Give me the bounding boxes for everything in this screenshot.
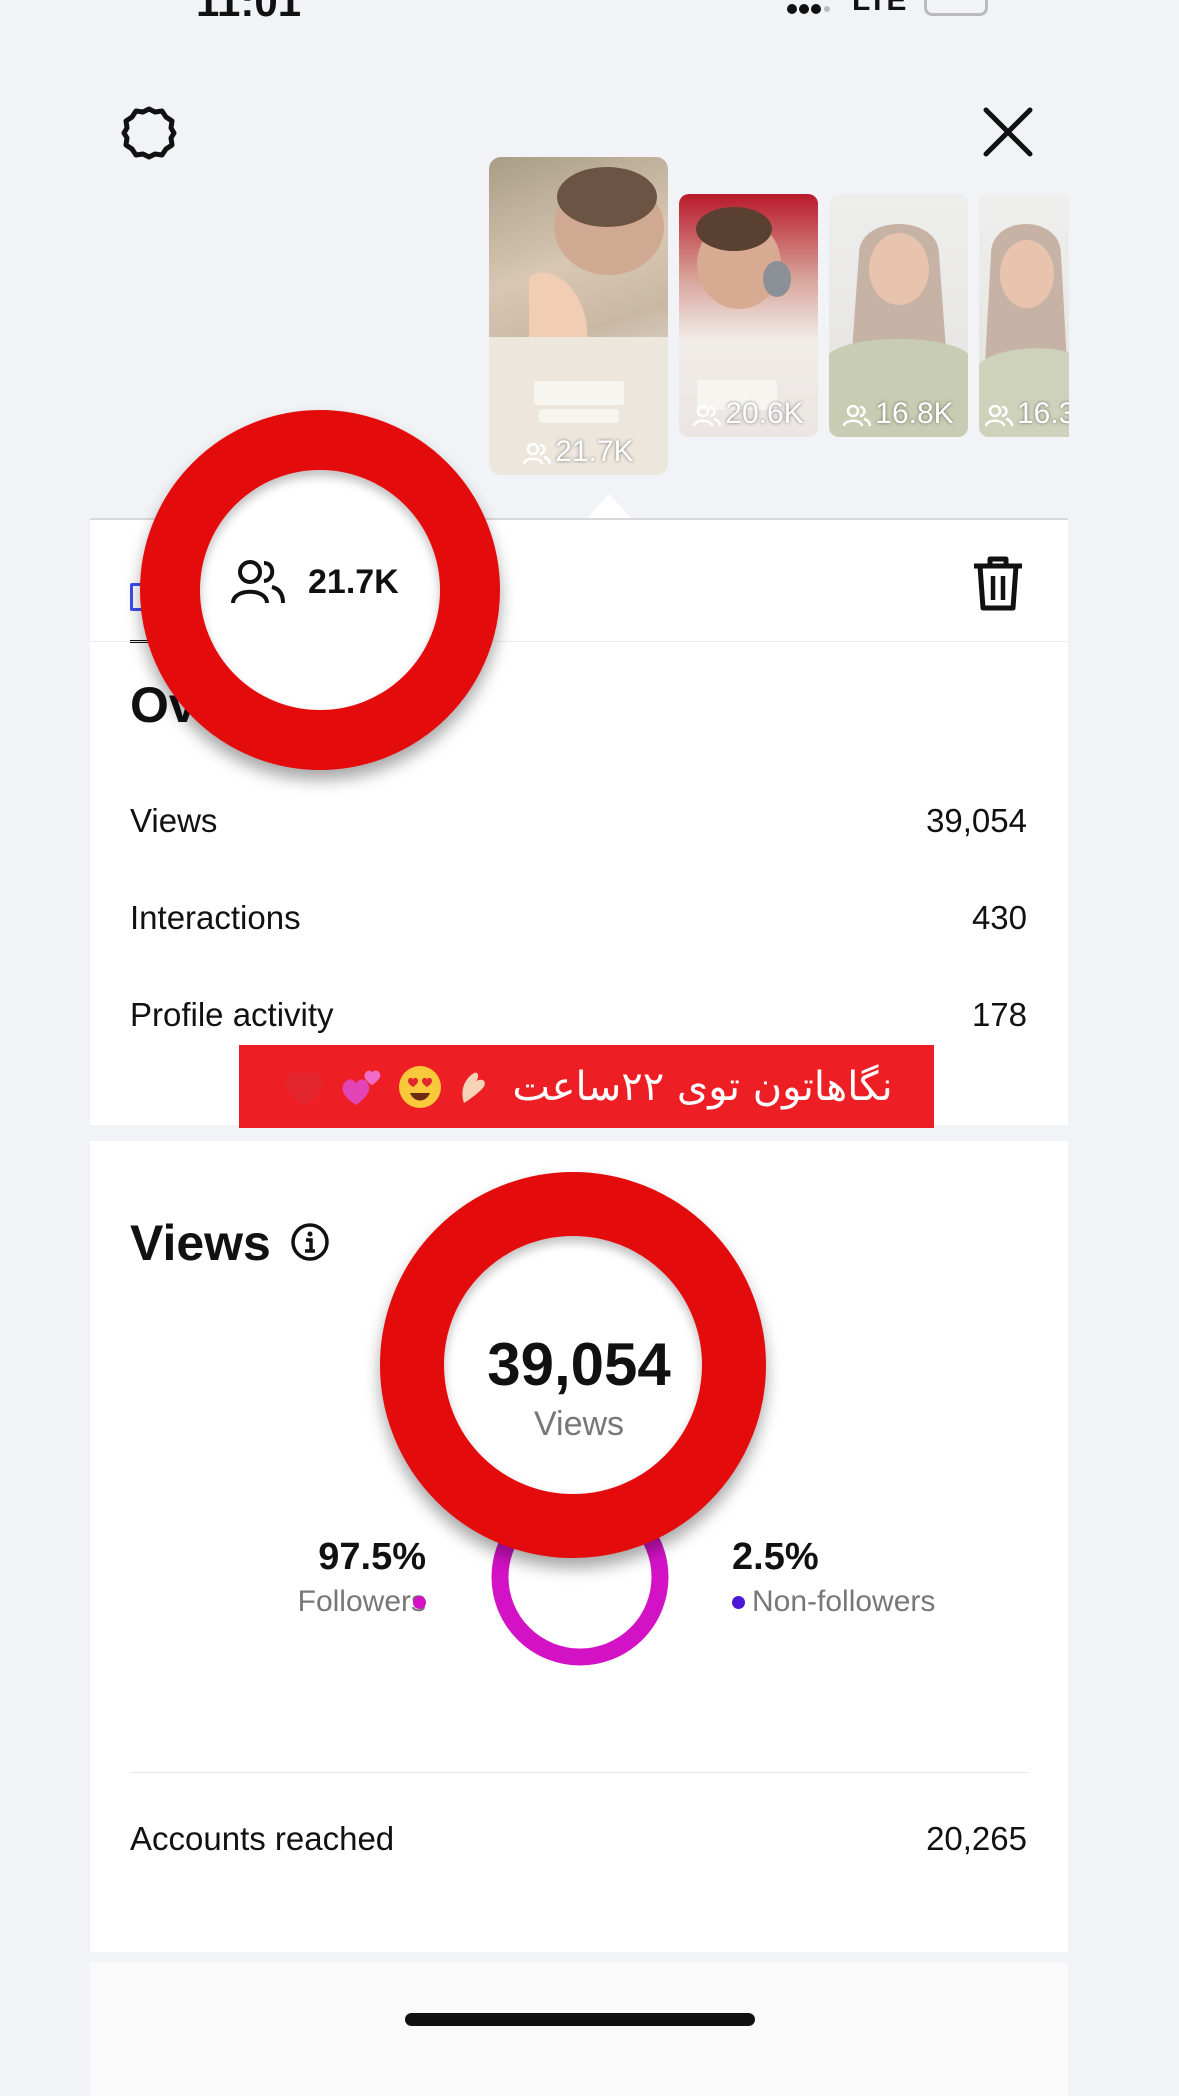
text-banner: نگاهاتون توی ۲۲ساعت [239,1045,934,1128]
reach-highlight: 21.7K [230,558,399,606]
heart-eyes-icon [399,1065,442,1108]
interactions-label[interactable]: Interactions [130,899,301,937]
red-heart-icon [285,1070,323,1105]
pinching-hand-icon [462,1072,486,1103]
thumbnail-view-count: 16.3 [979,397,1069,431]
two-hearts-icon [342,1069,381,1105]
story-thumbnail[interactable]: 21.7K [489,157,668,475]
total-views-value: 39,054 [487,1331,671,1398]
people-icon [523,442,552,465]
trash-icon[interactable] [970,554,1026,617]
interactions-value: 430 [971,899,1027,936]
total-views-label: Views [533,1405,625,1443]
followers-percent: 97.5% [318,1536,426,1578]
non-followers-percent: 2.5% [732,1536,819,1578]
followers-label: Followers [297,1585,426,1618]
profile-activity-label[interactable]: Profile activity [130,996,334,1034]
next-card [90,1962,1068,2096]
people-icon [693,404,722,427]
people-icon [231,560,285,604]
selected-pointer [585,494,633,520]
thumbnail-view-count: 21.7K [489,435,668,469]
people-icon [984,404,1014,427]
accounts-reached-value: 20,265 [926,1820,1027,1857]
story-thumbnails: 21.7K 20.6K 16.8K 16.3 [489,155,1069,491]
people-icon [843,404,872,427]
story-thumbnail[interactable]: 16.8K [829,194,968,437]
signal-icon [786,2,830,21]
views-label: Views [130,802,218,839]
battery-icon [924,0,988,16]
thumbnail-view-count: 16.8K [829,397,968,431]
views-section-title: Views [130,1215,271,1271]
gear-icon[interactable] [120,104,178,167]
followers-dot [413,1596,426,1609]
story-thumbnail[interactable]: 16.3 [979,194,1069,437]
non-followers-dot [732,1596,745,1609]
divider [130,1772,1028,1773]
accounts-reached-label[interactable]: Accounts reached [130,1820,394,1858]
story-thumbnail[interactable]: 20.6K [679,194,818,437]
reach-value: 21.7K [308,562,399,601]
home-indicator [405,2013,755,2026]
banner-text: نگاهاتون توی ۲۲ساعت [512,1063,893,1110]
network-label: LTE [852,0,907,17]
status-time: 11:01 [196,0,302,25]
views-value: 39,054 [926,802,1027,839]
thumbnail-view-count: 20.6K [679,397,818,431]
profile-activity-value: 178 [971,996,1027,1033]
non-followers-label: Non-followers [752,1585,936,1618]
info-icon[interactable] [290,1222,330,1267]
